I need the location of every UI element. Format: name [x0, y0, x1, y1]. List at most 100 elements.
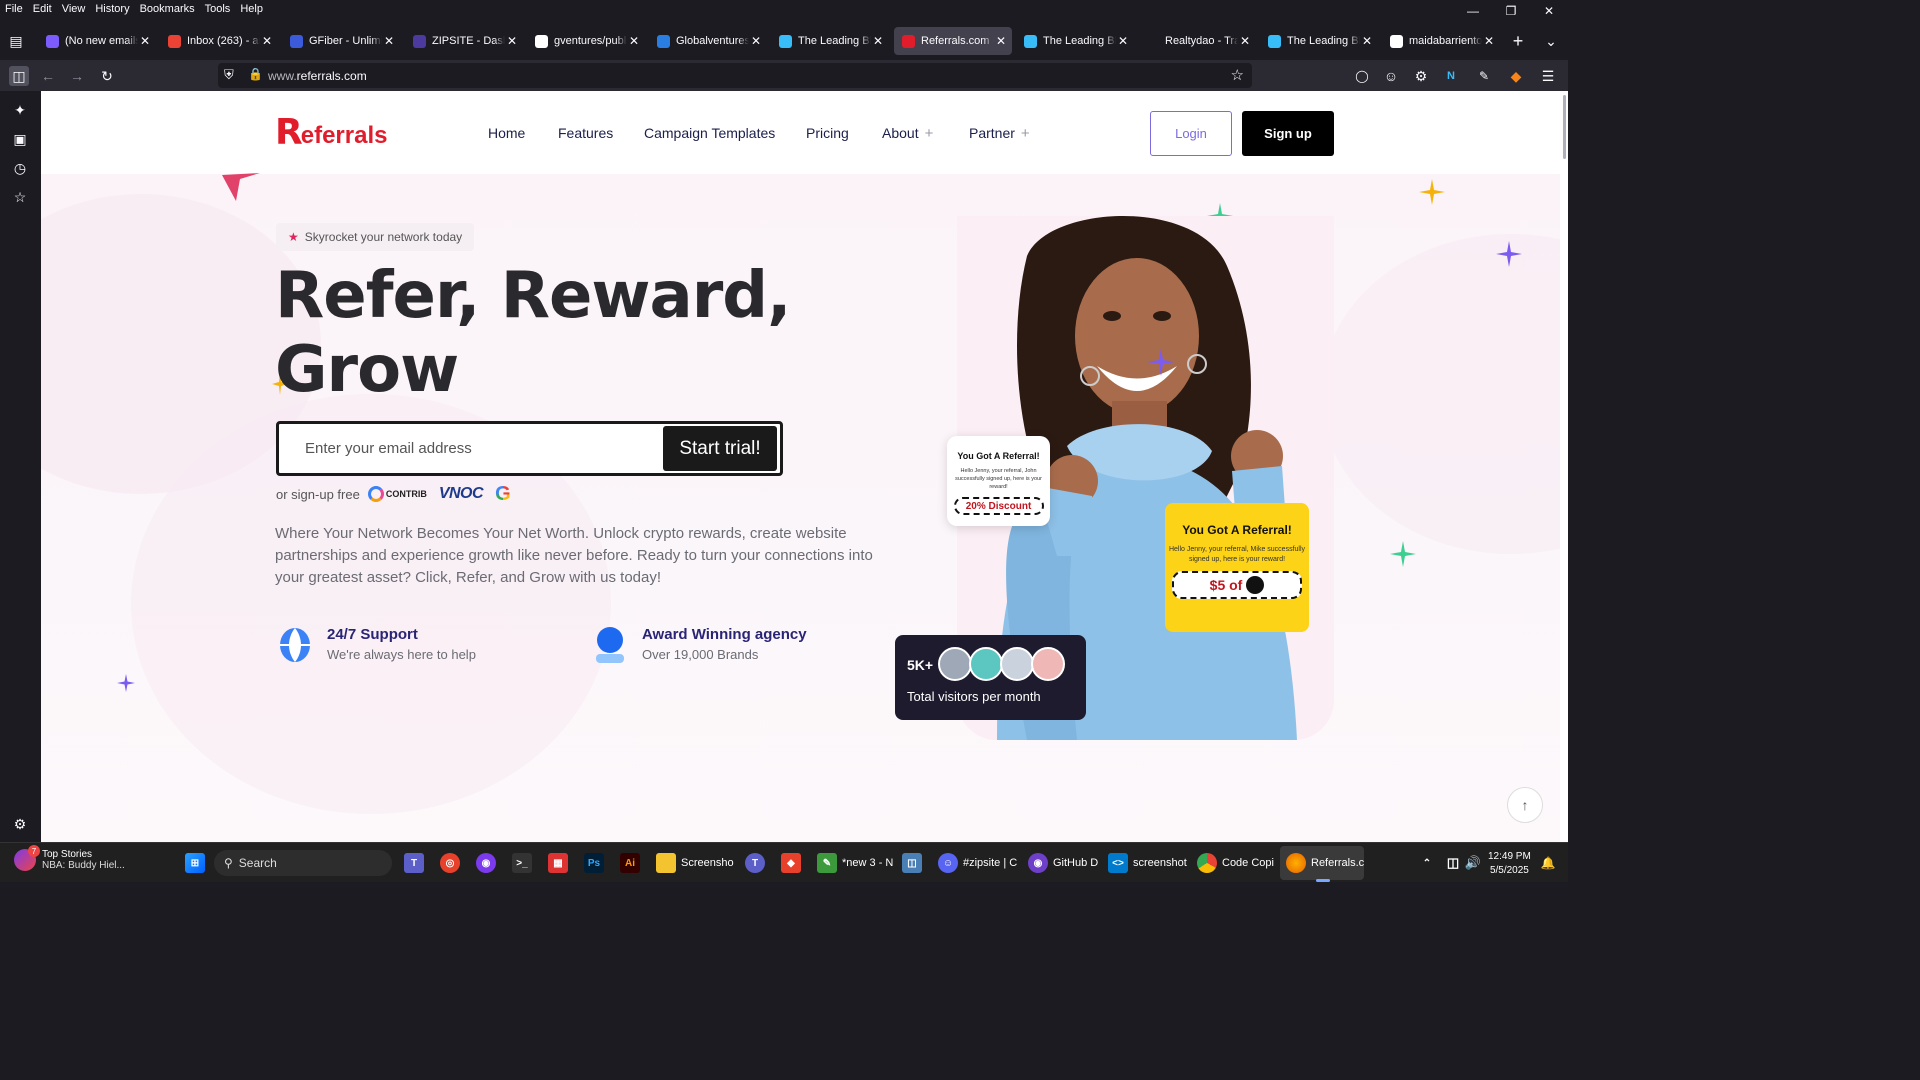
- email-input[interactable]: [305, 424, 655, 473]
- taskbar-clock[interactable]: 12:49 PM 5/5/2025: [1488, 850, 1531, 878]
- forward-icon[interactable]: →: [67, 66, 87, 86]
- scroll-to-top-button[interactable]: ↑: [1507, 787, 1543, 823]
- news-widget[interactable]: 7 Top Stories NBA: Buddy Hiel...: [14, 845, 125, 871]
- signup-button[interactable]: Sign up: [1242, 111, 1334, 156]
- close-tab-icon[interactable]: ✕: [138, 34, 152, 48]
- taskbar-app-label[interactable]: #zipsite | C: [963, 857, 1017, 869]
- terminal-icon[interactable]: >_: [512, 853, 532, 873]
- menu-history[interactable]: History: [90, 3, 134, 15]
- metamask-icon[interactable]: ◆: [1506, 66, 1526, 86]
- start-trial-button[interactable]: Start trial!: [663, 426, 777, 471]
- app-icon[interactable]: ◉: [476, 853, 496, 873]
- synced-tabs-icon[interactable]: ▣: [10, 129, 30, 149]
- folder-icon[interactable]: [656, 853, 676, 873]
- close-tab-icon[interactable]: ✕: [1116, 34, 1130, 48]
- git-icon[interactable]: ◆: [781, 853, 801, 873]
- network-icon[interactable]: ◫: [902, 853, 922, 873]
- login-button[interactable]: Login: [1150, 111, 1232, 156]
- site-logo[interactable]: R eferrals: [275, 115, 387, 151]
- scrollbar-thumb[interactable]: [1563, 95, 1566, 159]
- menu-edit[interactable]: Edit: [28, 3, 57, 15]
- close-tab-icon[interactable]: ✕: [871, 34, 885, 48]
- tab-overview-icon[interactable]: ▤: [6, 31, 26, 51]
- browser-tab[interactable]: Globalventures - ✕: [649, 27, 767, 55]
- browser-tab[interactable]: The Leading Bloc✕: [1016, 27, 1134, 55]
- menu-tools[interactable]: Tools: [200, 3, 236, 15]
- shield-icon[interactable]: ⛨: [224, 67, 234, 83]
- menu-view[interactable]: View: [57, 3, 91, 15]
- close-tab-icon[interactable]: ✕: [627, 34, 641, 48]
- firefox-icon[interactable]: [1286, 853, 1306, 873]
- app-icon[interactable]: ◎: [440, 853, 460, 873]
- nav-pricing[interactable]: Pricing: [806, 125, 849, 141]
- illustrator-icon[interactable]: Ai: [620, 853, 640, 873]
- menu-file[interactable]: File: [0, 3, 28, 15]
- show-hidden-icons-icon[interactable]: ⌃: [1417, 853, 1437, 873]
- list-all-tabs-icon[interactable]: ⌄: [1541, 31, 1561, 51]
- minimize-icon[interactable]: —: [1454, 0, 1492, 22]
- google-signup-icon[interactable]: G: [495, 483, 511, 506]
- browser-tab[interactable]: ZIPSITE - Dashbo✕: [405, 27, 523, 55]
- bookmarks-icon[interactable]: ☆: [10, 187, 30, 207]
- account-icon[interactable]: ☺: [1381, 66, 1401, 86]
- browser-tab[interactable]: Inbox (263) - and✕: [160, 27, 278, 55]
- pocket-icon[interactable]: ◯: [1352, 66, 1372, 86]
- discord-icon[interactable]: ☺: [938, 853, 958, 873]
- chrome-icon[interactable]: [1197, 853, 1217, 873]
- app-menu-icon[interactable]: ☰: [1538, 66, 1558, 86]
- url-text[interactable]: www.referrals.com: [268, 69, 367, 83]
- customize-sidebar-icon[interactable]: ⚙: [10, 814, 30, 834]
- close-tab-icon[interactable]: ✕: [1360, 34, 1374, 48]
- close-tab-icon[interactable]: ✕: [1238, 34, 1252, 48]
- close-tab-icon[interactable]: ✕: [994, 34, 1008, 48]
- volume-icon[interactable]: 🔊: [1463, 853, 1483, 873]
- taskbar-app-label[interactable]: Screensho: [681, 857, 734, 869]
- reload-icon[interactable]: ↻: [97, 66, 117, 86]
- browser-tab[interactable]: (No new emails) -✕: [38, 27, 156, 55]
- menu-bookmarks[interactable]: Bookmarks: [135, 3, 200, 15]
- menu-help[interactable]: Help: [235, 3, 268, 15]
- back-icon[interactable]: ←: [38, 66, 58, 86]
- nav-features[interactable]: Features: [558, 125, 613, 141]
- browser-tab[interactable]: Referrals.com - F✕: [894, 27, 1012, 55]
- contrib-signup-button[interactable]: CONTRIB: [367, 486, 427, 502]
- taskbar-app-label[interactable]: Referrals.c: [1311, 857, 1364, 869]
- nav-home[interactable]: Home: [488, 125, 525, 141]
- taskbar-app-label[interactable]: screenshot: [1133, 857, 1187, 869]
- nav-about[interactable]: About +: [882, 125, 933, 142]
- browser-tab[interactable]: The Leading Bloc✕: [1260, 27, 1378, 55]
- sidebar-toggle-icon[interactable]: ◫: [9, 66, 29, 86]
- bookmark-star-icon[interactable]: ☆: [1231, 66, 1244, 84]
- taskbar-app-label[interactable]: GitHub D: [1053, 857, 1098, 869]
- browser-tab[interactable]: gventures/public ✕: [527, 27, 645, 55]
- browser-tab[interactable]: Realtydao - Trans✕: [1138, 27, 1256, 55]
- photoshop-icon[interactable]: Ps: [584, 853, 604, 873]
- close-tab-icon[interactable]: ✕: [1482, 34, 1496, 48]
- nav-partner[interactable]: Partner +: [969, 125, 1030, 142]
- display-icon[interactable]: ◫: [1443, 853, 1463, 873]
- browser-tab[interactable]: maidabarrientos/✕: [1382, 27, 1500, 55]
- vscode-icon[interactable]: <>: [1108, 853, 1128, 873]
- close-tab-icon[interactable]: ✕: [382, 34, 396, 48]
- taskbar-search[interactable]: ⚲ Search: [214, 850, 392, 876]
- pen-icon[interactable]: ✎: [1474, 66, 1494, 86]
- windows-start-icon[interactable]: ⊞: [185, 853, 205, 873]
- notepad-icon[interactable]: ✎: [817, 853, 837, 873]
- history-icon[interactable]: ◷: [10, 158, 30, 178]
- new-tab-icon[interactable]: +: [1508, 31, 1528, 51]
- teams-icon[interactable]: T: [404, 853, 424, 873]
- close-tab-icon[interactable]: ✕: [260, 34, 274, 48]
- extension-n-icon[interactable]: N: [1441, 66, 1461, 86]
- app-grid-icon[interactable]: ▦: [548, 853, 568, 873]
- close-tab-icon[interactable]: ✕: [749, 34, 763, 48]
- extensions-icon[interactable]: ⚙: [1411, 66, 1431, 86]
- ai-chatbot-icon[interactable]: ✦: [10, 100, 30, 120]
- taskbar-app-label[interactable]: *new 3 - N: [842, 857, 893, 869]
- teams-icon[interactable]: T: [745, 853, 765, 873]
- page-scrollbar[interactable]: [1560, 91, 1568, 842]
- taskbar-app-label[interactable]: Code Copi: [1222, 857, 1274, 869]
- notifications-icon[interactable]: 🔔: [1538, 853, 1558, 873]
- browser-tab[interactable]: GFiber - Unlimite✕: [282, 27, 400, 55]
- url-bar[interactable]: ⛨ 🔒 www.referrals.com ☆: [218, 63, 1252, 88]
- browser-tab[interactable]: The Leading Bloc✕: [771, 27, 889, 55]
